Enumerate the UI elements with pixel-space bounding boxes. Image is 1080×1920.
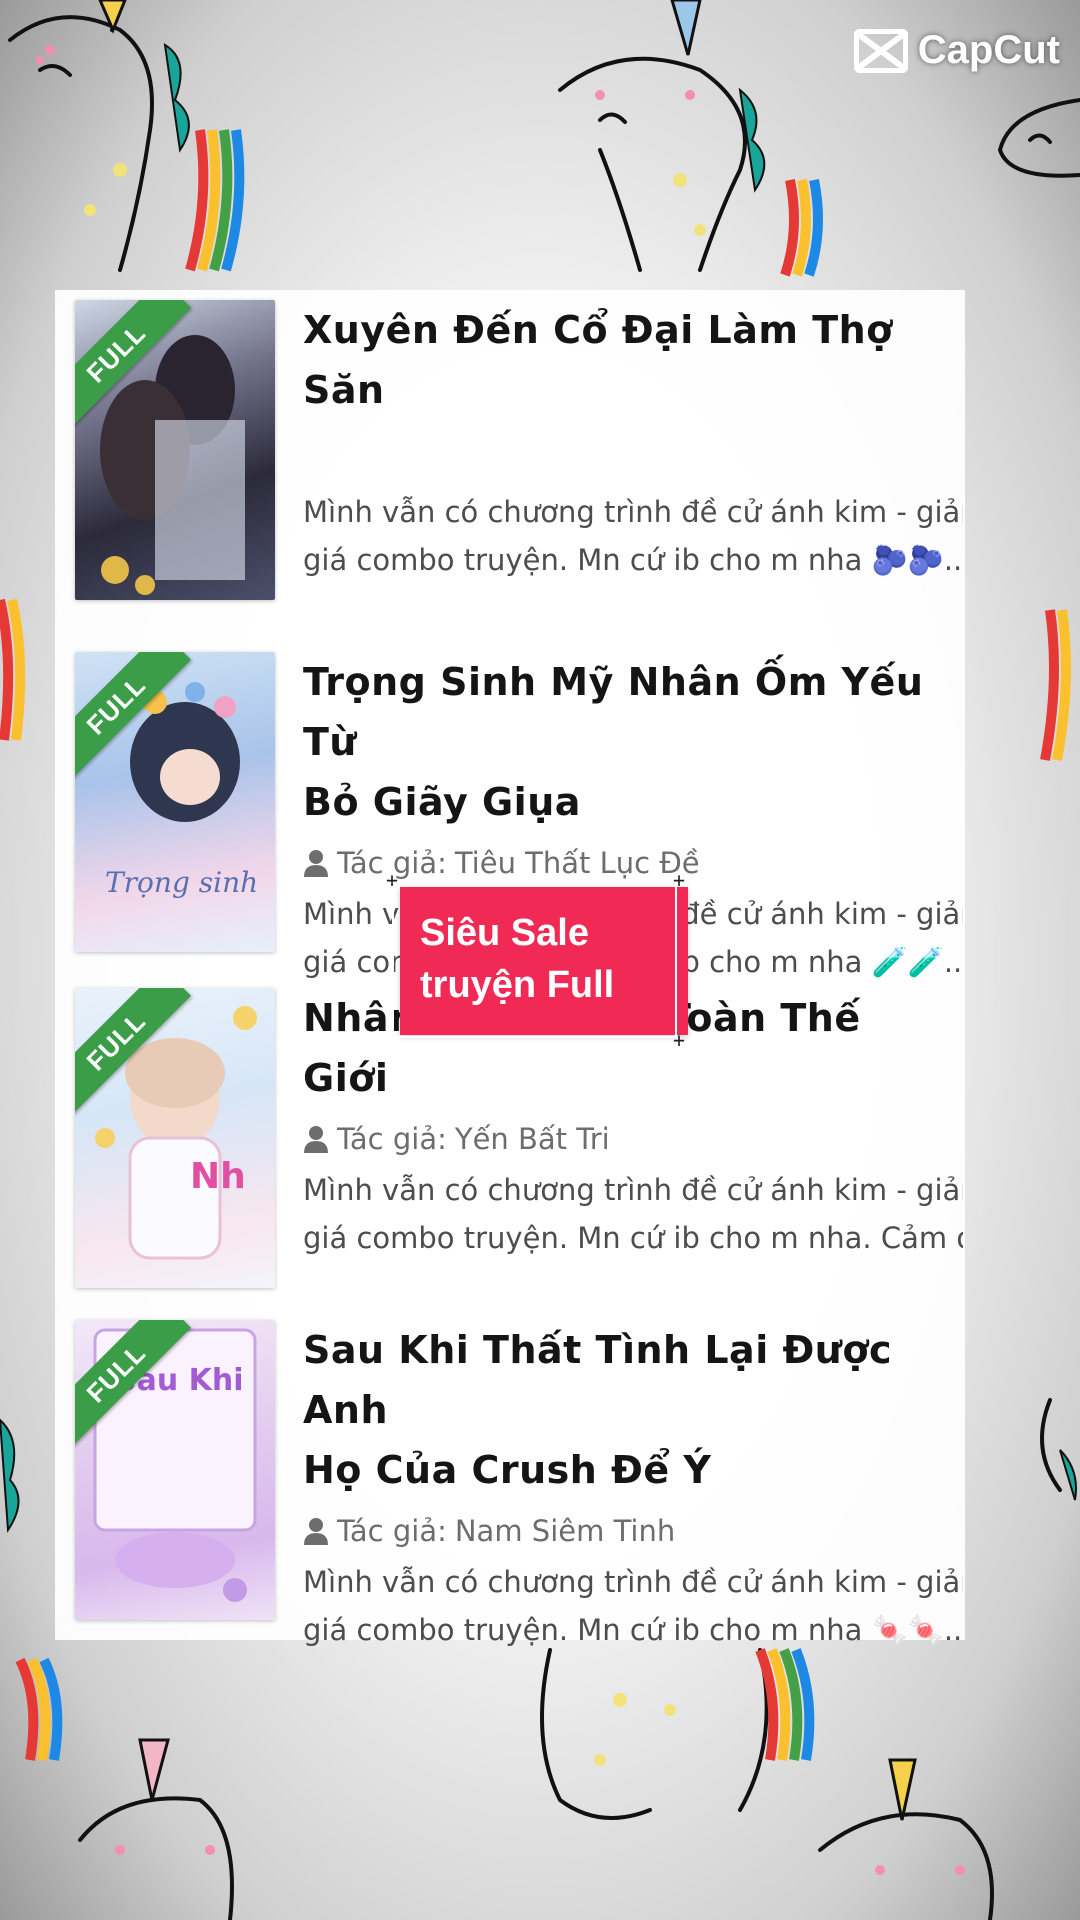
book-info: Xuyên Đến Cổ Đại Làm Thợ Săn Mình vẫn có… [303, 300, 963, 584]
book-description: Mình vẫn có chương trình đề cử ánh kim -… [303, 495, 963, 577]
book-description: Mình vẫn có chương trình đề cử ánh kim -… [303, 1565, 963, 1647]
author-person-icon [304, 850, 328, 877]
book-cover[interactable]: FULL [75, 300, 275, 600]
sale-sticker[interactable]: Siêu Sale truyện Full [400, 887, 688, 1035]
book-title[interactable]: Trọng Sinh Mỹ Nhân Ốm Yếu Từ Bỏ Giãy Giụ… [303, 652, 963, 832]
book-author: Tác giả: Tiêu Thất Lục Đề [303, 846, 963, 880]
capcut-label: CapCut [917, 28, 1060, 72]
book-info: Sau Khi Thất Tình Lại Được Anh Họ Của Cr… [303, 1320, 963, 1654]
book-description: Mình vẫn có chương trình đề cử ánh kim -… [303, 1173, 963, 1255]
author-person-icon [304, 1518, 328, 1545]
book-author: Tác giả: Nam Siêm Tinh [303, 1514, 963, 1548]
book-title[interactable]: Sau Khi Thất Tình Lại Được Anh Họ Của Cr… [303, 1320, 963, 1500]
capcut-watermark: CapCut [853, 28, 1060, 73]
book-cover[interactable]: Nh FULL [75, 988, 275, 1288]
book-title[interactable]: Xuyên Đến Cổ Đại Làm Thợ Săn [303, 300, 963, 420]
book-cover[interactable]: Sau Khi FULL [75, 1320, 275, 1620]
svg-text:Trọng sinh: Trọng sinh [105, 866, 258, 899]
svg-text:Nh: Nh [190, 1156, 246, 1197]
author-person-icon [304, 1126, 328, 1153]
capcut-logo-icon [853, 28, 908, 73]
book-cover[interactable]: Trọng sinh FULL [75, 652, 275, 952]
book-author: Tác giả: Yến Bất Tri [303, 1122, 963, 1156]
